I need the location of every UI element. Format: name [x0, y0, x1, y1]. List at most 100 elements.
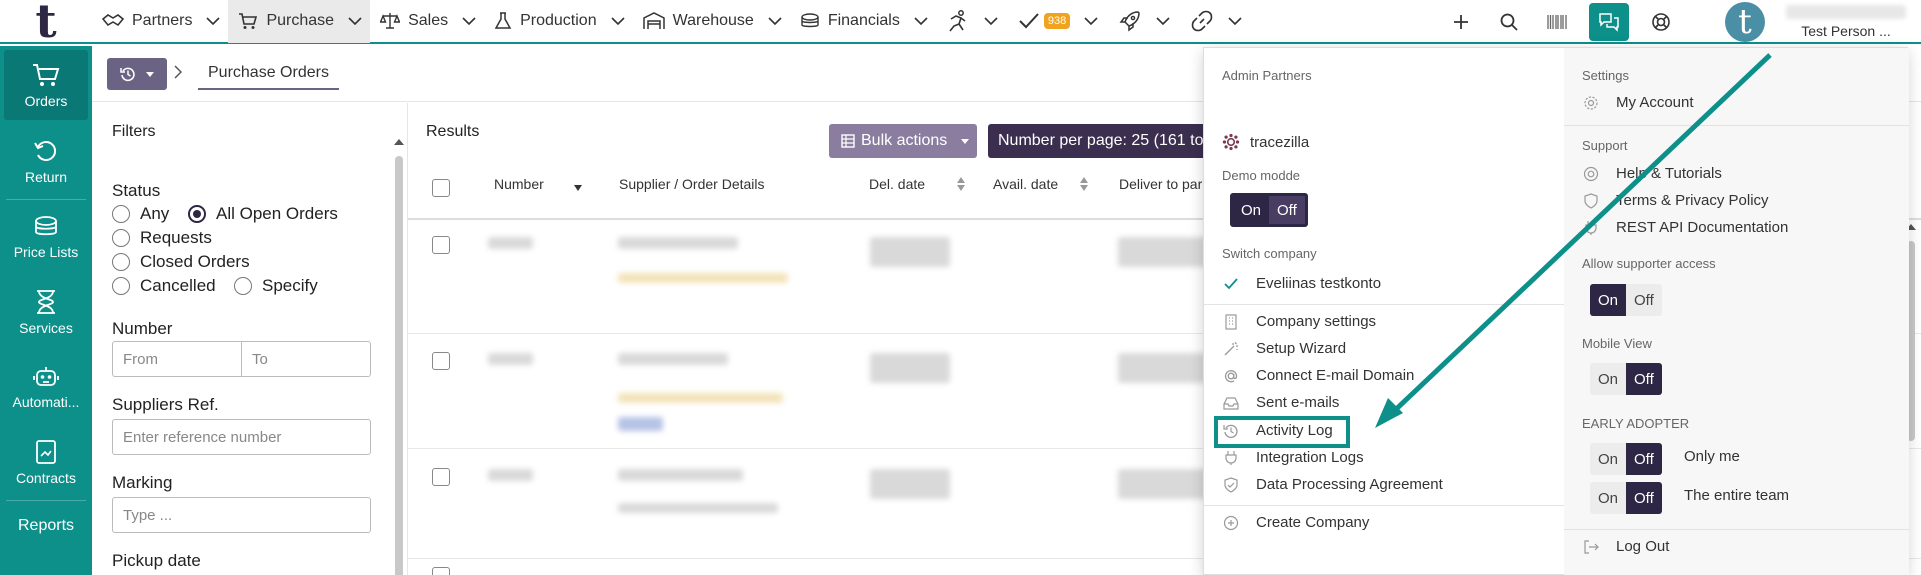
user-menu[interactable]: Test Person ... — [1771, 5, 1921, 39]
breadcrumb-current[interactable]: Purchase Orders — [198, 58, 339, 90]
number-from-input[interactable]: From — [112, 341, 242, 377]
chat-button[interactable] — [1589, 3, 1629, 41]
chevron-down-icon[interactable] — [768, 17, 782, 25]
demo-mode-toggle[interactable]: On Off — [1230, 193, 1308, 227]
toggle-off-option[interactable]: Off — [1626, 284, 1662, 316]
toggle-on-option[interactable]: On — [1590, 443, 1627, 475]
row-checkbox[interactable] — [432, 468, 450, 486]
chevron-down-icon[interactable] — [1228, 17, 1242, 25]
chevron-down-icon[interactable] — [462, 17, 476, 25]
menu-item-create-company[interactable]: Create Company — [1222, 514, 1369, 531]
toggle-on-option[interactable]: On — [1233, 196, 1270, 224]
menu-item-connect-email[interactable]: Connect E-mail Domain — [1222, 367, 1414, 384]
sidebar-item-automation[interactable]: Automati... — [0, 350, 92, 425]
scroll-up-icon[interactable] — [394, 138, 404, 146]
status-radio-requests[interactable]: Requests — [112, 228, 212, 248]
early-adopter-team-toggle[interactable]: On Off — [1590, 482, 1662, 514]
nav-financials[interactable]: Financials — [790, 0, 936, 43]
menu-item-sent-emails[interactable]: Sent e-mails — [1222, 394, 1339, 411]
nav-purchase[interactable]: Purchase — [228, 0, 371, 43]
menu-item-terms[interactable]: Terms & Privacy Policy — [1582, 192, 1769, 209]
barcode-button[interactable] — [1533, 0, 1581, 44]
toggle-off-option[interactable]: Off — [1626, 482, 1662, 514]
sidebar-item-return[interactable]: Return — [0, 124, 92, 199]
menu-item-help[interactable]: Help & Tutorials — [1582, 165, 1722, 182]
number-to-input[interactable]: To — [241, 341, 371, 377]
select-all-checkbox[interactable] — [432, 179, 450, 197]
chevron-down-icon[interactable] — [1156, 17, 1170, 25]
menu-item-log-out[interactable]: Log Out — [1582, 538, 1669, 555]
menu-item-setup-wizard[interactable]: Setup Wizard — [1222, 340, 1346, 357]
chevron-down-icon[interactable] — [611, 17, 625, 25]
column-header-supplier[interactable]: Supplier / Order Details — [619, 176, 765, 192]
menu-item-label: Help & Tutorials — [1616, 165, 1722, 182]
search-button[interactable] — [1485, 0, 1533, 44]
menu-item-company-settings[interactable]: Company settings — [1222, 313, 1376, 330]
toggle-off-option[interactable]: Off — [1626, 443, 1662, 475]
nav-tasks[interactable]: 938 — [1008, 0, 1108, 43]
company-tracezilla[interactable]: tracezilla — [1222, 131, 1309, 153]
sidebar: Orders Return Price Lists Services Autom… — [0, 46, 92, 575]
column-header-avail-date[interactable]: Avail. date — [993, 176, 1089, 192]
toggle-on-option[interactable]: On — [1590, 284, 1627, 316]
status-radio-all-open[interactable]: All Open Orders — [188, 204, 338, 224]
toggle-on-option[interactable]: On — [1590, 482, 1627, 514]
filters-scrollbar[interactable] — [394, 138, 404, 575]
row-checkbox[interactable] — [432, 236, 450, 254]
status-radio-cancelled[interactable]: Cancelled — [112, 276, 216, 296]
blurred-cell — [1118, 237, 1208, 267]
column-header-number[interactable]: Number — [494, 176, 582, 192]
nav-warehouse[interactable]: Warehouse — [633, 0, 790, 43]
per-page-button[interactable]: Number per page: 25 (161 tot — [988, 124, 1218, 158]
toggle-off-option[interactable]: Off — [1626, 363, 1662, 395]
nav-sales[interactable]: Sales — [370, 0, 484, 43]
nav-production[interactable]: Production — [484, 0, 633, 43]
status-radio-closed[interactable]: Closed Orders — [112, 252, 250, 272]
nav-partners[interactable]: Partners — [92, 0, 228, 43]
column-header-del-date[interactable]: Del. date — [869, 176, 966, 192]
lifebuoy-icon — [1582, 166, 1600, 182]
chevron-down-icon[interactable] — [984, 17, 998, 25]
menu-item-rest-api[interactable]: REST API Documentation — [1582, 219, 1788, 236]
scrollbar-thumb[interactable] — [395, 156, 403, 575]
chevron-down-icon[interactable] — [206, 17, 221, 25]
sidebar-item-reports[interactable]: Reports — [0, 501, 92, 551]
radio-label: Closed Orders — [140, 252, 250, 271]
avatar[interactable]: t — [1725, 2, 1765, 42]
menu-item-data-processing[interactable]: Data Processing Agreement — [1222, 476, 1443, 493]
marking-input[interactable]: Type ... — [112, 497, 371, 533]
app-logo[interactable]: t — [0, 0, 92, 44]
early-adopter-only-me-toggle[interactable]: On Off — [1590, 443, 1662, 475]
supporter-access-toggle[interactable]: On Off — [1590, 284, 1662, 316]
history-button[interactable] — [107, 58, 167, 90]
column-header-deliver-to[interactable]: Deliver to par — [1119, 176, 1202, 192]
nav-launch[interactable] — [1108, 0, 1180, 43]
nav-integrations[interactable] — [1180, 0, 1252, 43]
support-heading: Support — [1582, 138, 1628, 153]
status-radio-specify[interactable]: Specify — [234, 276, 318, 296]
toggle-on-option[interactable]: On — [1590, 363, 1627, 395]
suppliers-ref-input[interactable]: Enter reference number — [112, 419, 371, 455]
mobile-view-toggle[interactable]: On Off — [1590, 363, 1662, 395]
admin-partners-heading: Admin Partners — [1222, 68, 1312, 83]
menu-item-my-account[interactable]: My Account — [1582, 94, 1694, 111]
row-checkbox[interactable] — [432, 567, 450, 575]
sidebar-item-price-lists[interactable]: Price Lists — [0, 200, 92, 275]
menu-item-integration-logs[interactable]: Integration Logs — [1222, 449, 1364, 466]
bulk-actions-button[interactable]: Bulk actions — [829, 124, 977, 158]
add-button[interactable] — [1437, 0, 1485, 44]
toggle-off-option[interactable]: Off — [1269, 196, 1305, 224]
nav-activities[interactable] — [936, 0, 1008, 43]
chevron-down-icon[interactable] — [914, 17, 928, 25]
chevron-down-icon[interactable] — [348, 17, 362, 25]
radio-label: Requests — [140, 228, 212, 247]
status-radio-any[interactable]: Any — [112, 204, 169, 224]
status-label: Status — [112, 181, 161, 200]
sidebar-item-contracts[interactable]: Contracts — [0, 425, 92, 500]
chevron-down-icon[interactable] — [1084, 17, 1098, 25]
current-company-item[interactable]: Eveliinas testkonto — [1222, 275, 1381, 292]
support-button[interactable] — [1637, 0, 1685, 44]
sidebar-item-orders[interactable]: Orders — [4, 50, 88, 120]
row-checkbox[interactable] — [432, 352, 450, 370]
sidebar-item-services[interactable]: Services — [0, 275, 92, 350]
